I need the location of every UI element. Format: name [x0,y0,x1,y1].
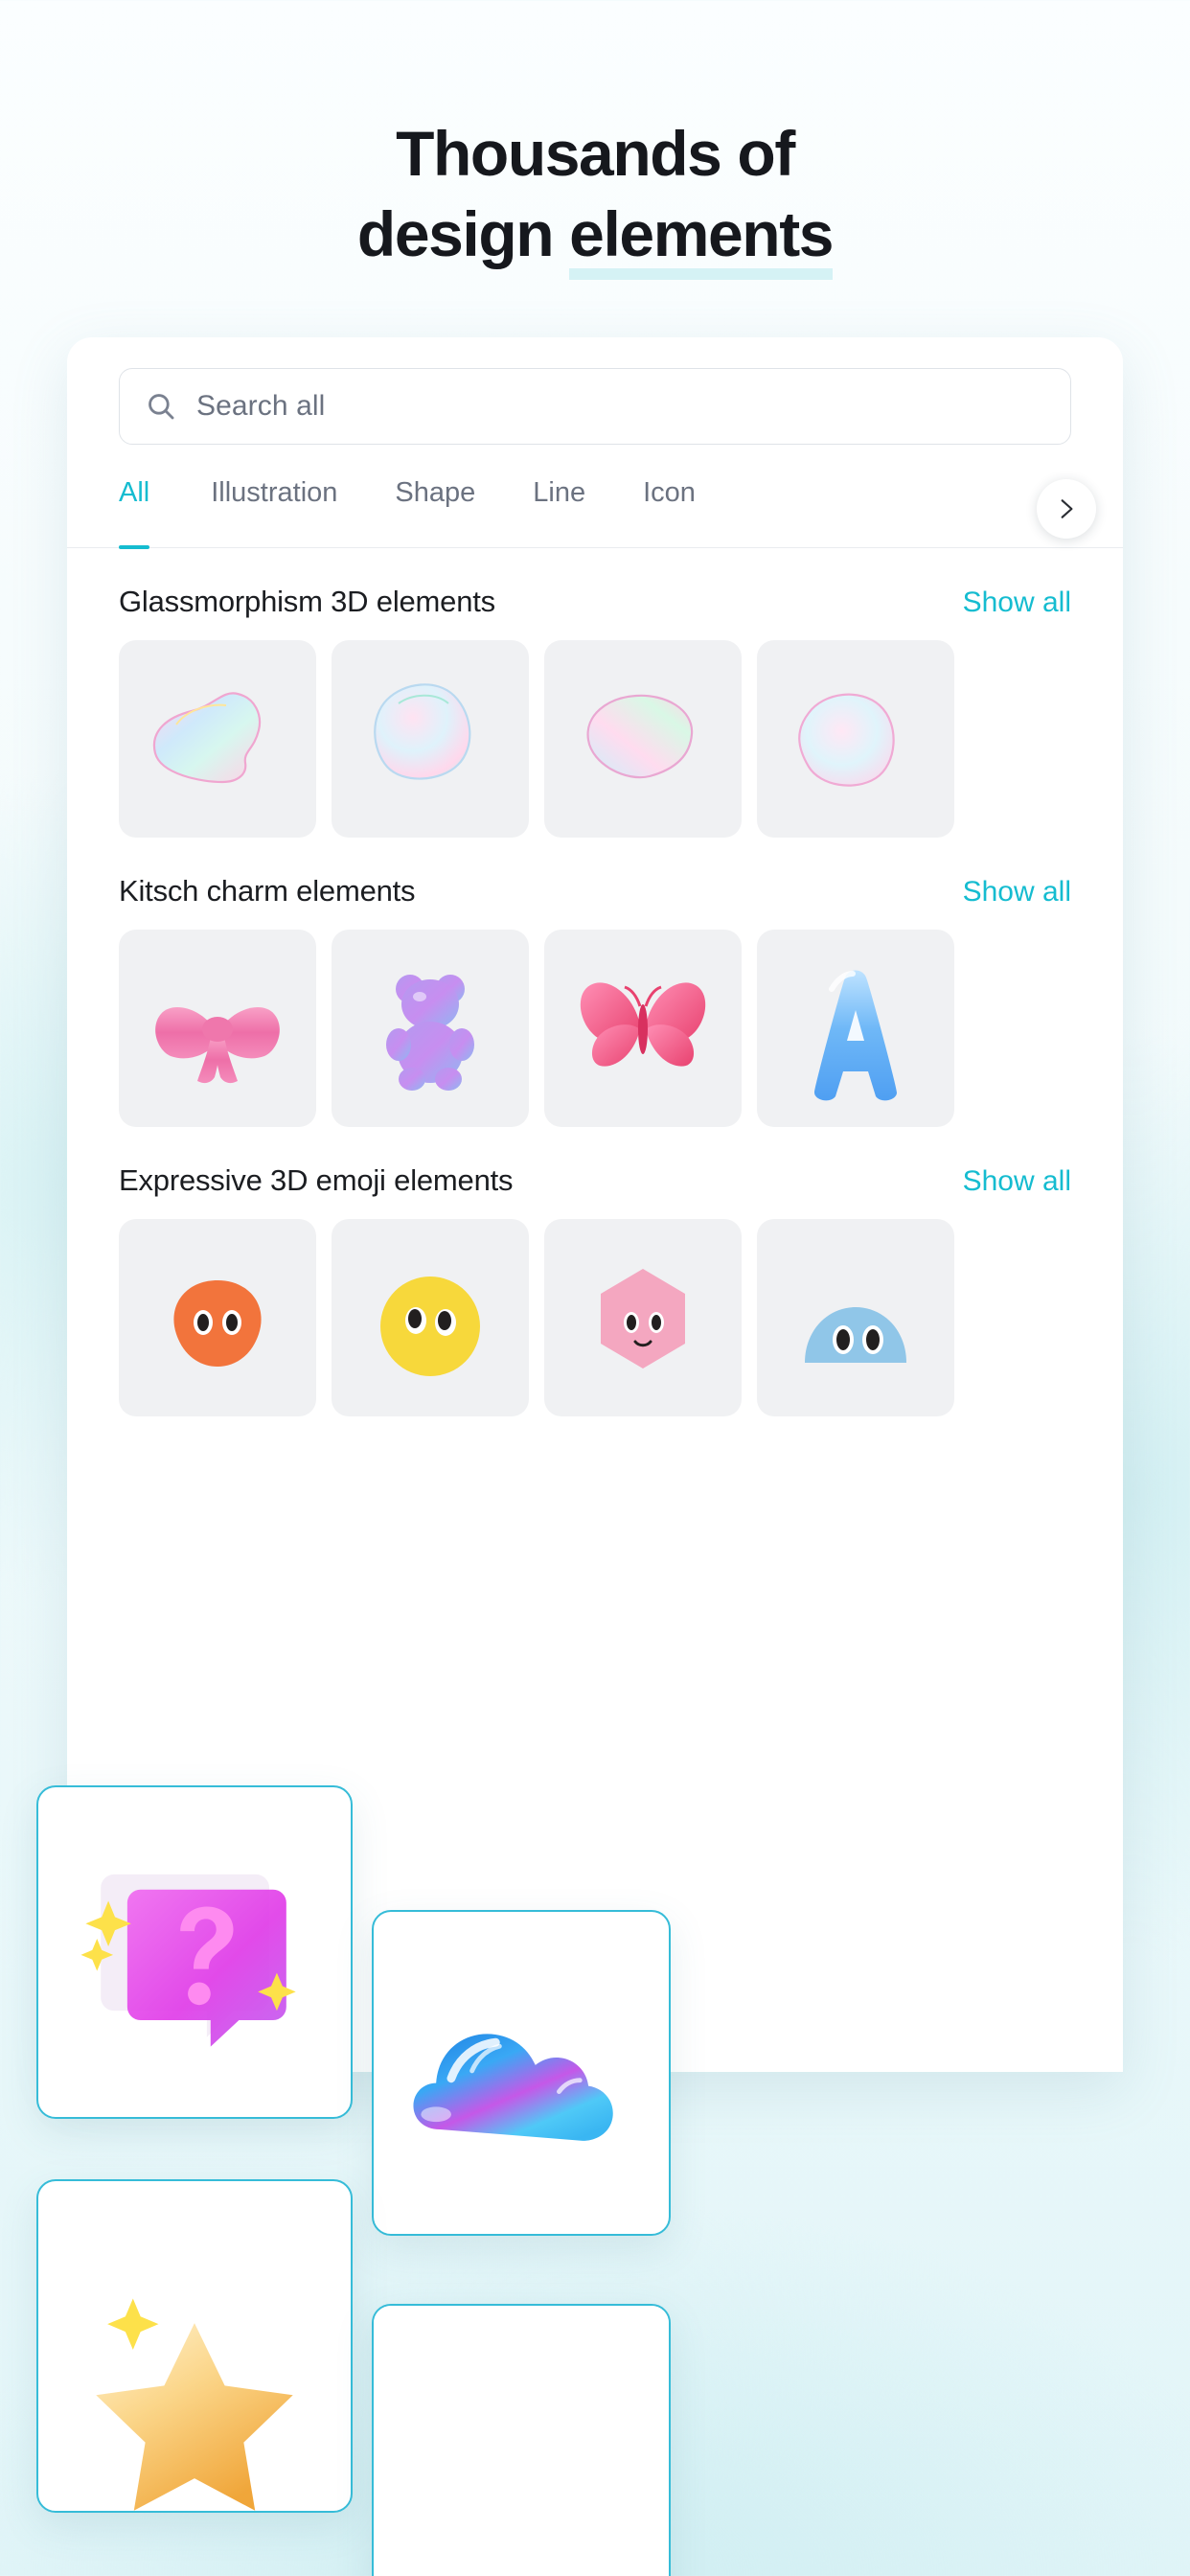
search-placeholder: Search all [196,390,326,422]
show-all-link[interactable]: Show all [963,1165,1071,1198]
section-header: Kitsch charm elements Show all [119,874,1071,908]
card-glossy-cloud[interactable] [372,1910,671,2236]
section-header: Expressive 3D emoji elements Show all [119,1163,1071,1198]
chevron-right-icon [1054,494,1079,523]
page-title: Thousands of design elements [0,113,1190,280]
thumbnail-yellow-fuzzy-emoji[interactable] [332,1219,529,1416]
thumbnail-row [119,640,1071,838]
thumbnail-iridescent-blob-3[interactable] [544,640,742,838]
card-glossy-star[interactable] [36,2179,353,2513]
thumbnail-purple-gummy-bear[interactable] [332,930,529,1127]
thumbnail-pink-hexagon-emoji[interactable] [544,1219,742,1416]
tab-all[interactable]: All [119,473,182,549]
section-emoji: Expressive 3D emoji elements Show all [67,1163,1123,1416]
show-all-link[interactable]: Show all [963,586,1071,619]
thumbnail-iridescent-blob-4[interactable] [757,640,954,838]
thumbnail-pink-butterfly[interactable] [544,930,742,1127]
tab-line[interactable]: Line [504,473,614,547]
thumbnail-row [119,930,1071,1127]
category-tabs: All Illustration Shape Line Icon [67,473,1123,549]
show-all-link[interactable]: Show all [963,876,1071,908]
headline-line-1: Thousands of [396,118,795,189]
thumbnail-pink-bow[interactable] [119,930,316,1127]
tab-illustration[interactable]: Illustration [182,473,366,547]
thumbnail-iridescent-blob-2[interactable] [332,640,529,838]
card-blank[interactable] [372,2304,671,2576]
headline-line-2: design elements [0,194,1190,280]
section-kitsch: Kitsch charm elements Show all [67,874,1123,1127]
search-icon [145,390,177,423]
section-glassmorphism: Glassmorphism 3D elements Show all [67,585,1123,838]
section-header: Glassmorphism 3D elements Show all [119,585,1071,619]
thumbnail-blue-fuzzy-emoji[interactable] [757,1219,954,1416]
thumbnail-blue-letter-a[interactable] [757,930,954,1127]
tabs-next-button[interactable] [1037,479,1096,539]
section-title: Kitsch charm elements [119,874,416,908]
headline-highlight: elements [569,194,834,280]
card-glass-chat-bubble-question[interactable] [36,1785,353,2119]
section-title: Expressive 3D emoji elements [119,1163,514,1197]
section-title: Glassmorphism 3D elements [119,585,495,618]
thumbnail-orange-fuzzy-emoji[interactable] [119,1219,316,1416]
thumbnail-iridescent-blob-1[interactable] [119,640,316,838]
tab-shape[interactable]: Shape [366,473,504,547]
tab-icon[interactable]: Icon [614,473,724,547]
search-input[interactable]: Search all [119,368,1071,445]
thumbnail-row [119,1219,1071,1416]
headline-line-2-plain: design [356,198,570,269]
search-area: Search all [67,337,1123,445]
